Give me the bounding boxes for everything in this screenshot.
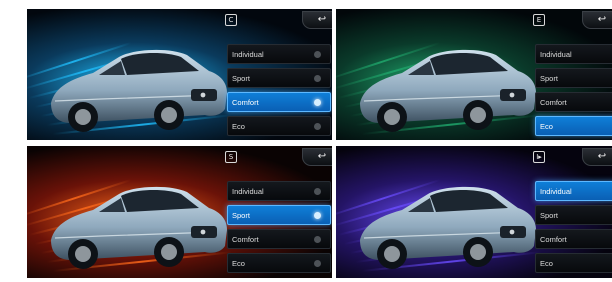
drive-mode-menu: Individual Sport Comfort Eco bbox=[227, 44, 331, 140]
mode-option-label: Comfort bbox=[232, 98, 259, 107]
drive-mode-badge-icon: S bbox=[225, 151, 237, 163]
mode-option-sport[interactable]: Sport bbox=[227, 205, 331, 225]
car-image bbox=[360, 49, 536, 132]
radio-dot-icon bbox=[314, 51, 321, 58]
mode-option-comfort[interactable]: Comfort bbox=[535, 229, 612, 249]
car-image bbox=[360, 186, 536, 269]
drive-mode-badge-icon: C bbox=[225, 14, 237, 26]
radio-dot-icon bbox=[314, 212, 321, 219]
mode-option-label: Eco bbox=[232, 259, 245, 268]
mode-option-label: Sport bbox=[232, 211, 250, 220]
mode-option-eco[interactable]: Eco bbox=[535, 116, 612, 136]
drive-mode-menu: Individual Sport Comfort Eco bbox=[535, 181, 612, 277]
mode-option-label: Eco bbox=[540, 259, 553, 268]
drive-mode-badge-icon: I▸ bbox=[533, 151, 545, 163]
mode-option-label: Eco bbox=[232, 122, 245, 131]
mode-option-label: Eco bbox=[540, 122, 553, 131]
radio-dot-icon bbox=[314, 188, 321, 195]
mode-option-sport[interactable]: Sport bbox=[535, 68, 612, 88]
radio-dot-icon bbox=[314, 99, 321, 106]
mode-option-label: Individual bbox=[232, 50, 264, 59]
mode-option-eco[interactable]: Eco bbox=[535, 253, 612, 273]
radio-dot-icon bbox=[314, 236, 321, 243]
back-button[interactable]: ↩ bbox=[302, 11, 332, 29]
mode-option-label: Sport bbox=[540, 74, 558, 83]
drive-mode-badge-icon: E bbox=[533, 14, 545, 26]
radio-dot-icon bbox=[314, 260, 321, 267]
mode-option-eco[interactable]: Eco bbox=[227, 116, 331, 136]
mode-option-eco[interactable]: Eco bbox=[227, 253, 331, 273]
mode-option-comfort[interactable]: Comfort bbox=[227, 229, 331, 249]
mode-option-label: Sport bbox=[540, 211, 558, 220]
drive-mode-screen-red: S ↩ Individual Sport Comfort Eco bbox=[27, 146, 332, 278]
mode-option-sport[interactable]: Sport bbox=[227, 68, 331, 88]
car-image bbox=[51, 186, 227, 269]
mode-option-individual[interactable]: Individual bbox=[227, 181, 331, 201]
mode-option-individual[interactable]: Individual bbox=[227, 44, 331, 64]
drive-mode-menu: Individual Sport Comfort Eco bbox=[227, 181, 331, 277]
mode-option-label: Individual bbox=[540, 187, 572, 196]
mode-option-label: Comfort bbox=[540, 235, 567, 244]
mode-option-individual[interactable]: Individual bbox=[535, 181, 612, 201]
mode-option-label: Comfort bbox=[540, 98, 567, 107]
back-button[interactable]: ↩ bbox=[582, 148, 612, 166]
drive-mode-screen-cyan: C ↩ Individual Sport Comfort Eco bbox=[27, 9, 332, 140]
drive-mode-screen-green: E ↩ Individual Sport Comfort Eco bbox=[336, 9, 612, 140]
mode-option-comfort[interactable]: Comfort bbox=[535, 92, 612, 112]
drive-mode-screen-purple: I▸ ↩ Individual Sport Comfort Eco bbox=[336, 146, 612, 278]
mode-option-label: Sport bbox=[232, 74, 250, 83]
mode-option-individual[interactable]: Individual bbox=[535, 44, 612, 64]
mode-option-label: Individual bbox=[232, 187, 264, 196]
back-button[interactable]: ↩ bbox=[582, 11, 612, 29]
mode-option-comfort[interactable]: Comfort bbox=[227, 92, 331, 112]
mode-option-label: Individual bbox=[540, 50, 572, 59]
drive-mode-menu: Individual Sport Comfort Eco bbox=[535, 44, 612, 140]
mode-option-label: Comfort bbox=[232, 235, 259, 244]
mode-option-sport[interactable]: Sport bbox=[535, 205, 612, 225]
radio-dot-icon bbox=[314, 75, 321, 82]
back-button[interactable]: ↩ bbox=[302, 148, 332, 166]
radio-dot-icon bbox=[314, 123, 321, 130]
car-image bbox=[51, 49, 227, 132]
